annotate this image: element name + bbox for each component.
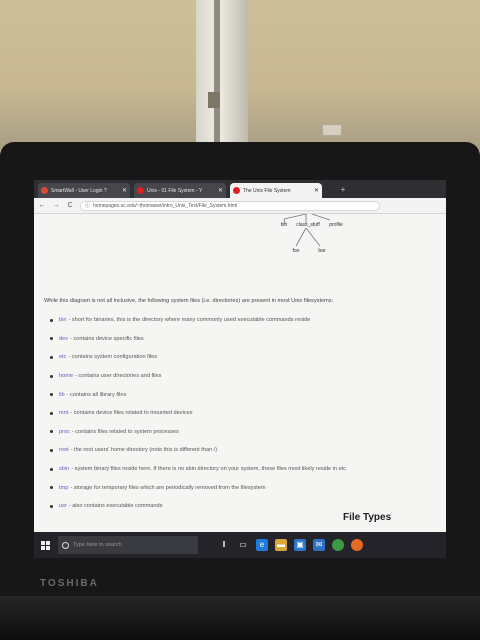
bullet-icon (50, 504, 53, 508)
intro-paragraph: While this diagram is not all inclusive,… (44, 298, 334, 304)
laptop-brand: TOSHIBA (40, 578, 99, 589)
firefox-icon[interactable] (351, 539, 363, 551)
tab-unix-file-system-video[interactable]: Unix - 01 File System - Y ✕ (134, 183, 226, 198)
tab-favicon-icon (41, 187, 48, 194)
door-gap (214, 0, 220, 150)
web-page: bin class_stuff profile foo bar While th… (34, 214, 446, 532)
list-item: home - contains user directories and fil… (50, 367, 346, 386)
directory-description: - contains files related to system proce… (71, 428, 179, 435)
bullet-icon (50, 448, 53, 452)
tab-title: The Unix File System (243, 187, 291, 194)
close-tab-icon[interactable]: ✕ (218, 187, 223, 194)
close-tab-icon[interactable]: ✕ (314, 187, 319, 194)
laptop-screen: SmartWall - User Login ? ✕ Unix - 01 Fil… (34, 180, 446, 558)
directory-description: - contains device files related to mount… (70, 410, 193, 417)
start-button[interactable] (34, 532, 56, 558)
section-heading-file-types: File Types (343, 512, 392, 523)
list-item: usr - also contains executable commands (50, 497, 346, 516)
system-directories-list: bin - short for binaries, this is the di… (50, 311, 346, 516)
bullet-icon (50, 318, 53, 322)
reload-button[interactable]: C (66, 202, 74, 209)
mic-icon[interactable]: ǁ (218, 539, 230, 551)
directory-description: - contains device specific files (70, 335, 144, 342)
directory-link[interactable]: bin (59, 317, 66, 323)
directory-description: - also contains executable commands (68, 503, 163, 510)
list-item: proc - contains files related to system … (50, 423, 346, 442)
new-tab-button[interactable]: + (337, 185, 349, 195)
directory-description: - the root users' home directory (note t… (70, 447, 218, 454)
directory-link[interactable]: etc (59, 354, 66, 360)
list-item: lib - contains all library files (50, 385, 346, 404)
directory-link[interactable]: lib (59, 392, 65, 398)
directory-description: - short for binaries, this is the direct… (68, 317, 311, 324)
door-frame (196, 0, 248, 150)
page-info-icon[interactable]: ⓘ (85, 201, 90, 211)
chrome-icon[interactable] (332, 539, 344, 551)
browser-toolbar: ← → C ⓘ homepages.uc.edu/~thomaswr/intro… (34, 198, 446, 214)
directory-description: - contains system configuration files (68, 354, 158, 361)
bullet-icon (50, 486, 53, 490)
tab-title: Unix - 01 File System - Y (147, 187, 203, 194)
list-item: tmp - storage for temporary files which … (50, 478, 346, 497)
list-item: sbin - system binary files reside here. … (50, 460, 346, 479)
laptop-base (0, 596, 480, 640)
windows-logo-icon (40, 540, 50, 550)
directory-description: - storage for temporary files which are … (70, 484, 266, 491)
address-bar[interactable]: ⓘ homepages.uc.edu/~thomaswr/intro_Unix_… (80, 200, 380, 211)
bullet-icon (50, 411, 53, 415)
edge-icon[interactable]: e (256, 539, 268, 551)
bullet-icon (50, 355, 53, 359)
task-view-icon[interactable]: ▭ (237, 539, 249, 551)
taskbar-search-box[interactable]: Type here to search (58, 536, 198, 554)
list-item: root - the root users' home directory (n… (50, 441, 346, 460)
door-hinge (208, 92, 220, 108)
bullet-icon (50, 337, 53, 341)
taskbar-pinned-apps: ǁ ▭ e ▬ ▣ ✉ (218, 539, 363, 551)
cortana-icon (62, 541, 69, 549)
youtube-icon (137, 187, 144, 194)
mail-icon[interactable]: ✉ (313, 539, 325, 551)
directory-link[interactable]: dev (59, 336, 68, 342)
bullet-icon (50, 393, 53, 397)
tab-smartwall[interactable]: SmartWall - User Login ? ✕ (38, 183, 130, 198)
directory-link[interactable]: proc (59, 429, 70, 435)
bullet-icon (50, 467, 53, 471)
list-item: etc - contains system configuration file… (50, 348, 346, 367)
tree-diagram-svg: bin class_stuff profile foo bar (281, 214, 343, 254)
windows-taskbar: Type here to search ǁ ▭ e ▬ ▣ ✉ (34, 532, 446, 558)
directory-description: - contains all library files (66, 391, 127, 398)
address-bar-url: homepages.uc.edu/~thomaswr/intro_Unix_Te… (93, 202, 238, 209)
bullet-icon (50, 374, 53, 378)
file-explorer-icon[interactable]: ▬ (275, 539, 287, 551)
directory-description: - system binary files reside here. If th… (71, 466, 347, 473)
tab-unix-file-system[interactable]: The Unix File System ✕ (230, 183, 322, 198)
directory-link[interactable]: tmp (59, 485, 68, 491)
directory-link[interactable]: home (59, 373, 73, 379)
tree-node-bin: bin (281, 222, 288, 228)
directory-link[interactable]: mnt (59, 410, 68, 416)
tree-node-foo: foo (293, 248, 300, 254)
directory-description: - contains user directories and files (75, 373, 162, 380)
directory-link[interactable]: root (59, 447, 69, 453)
tree-node-bar: bar (318, 248, 326, 254)
browser-tab-bar: SmartWall - User Login ? ✕ Unix - 01 Fil… (34, 180, 446, 198)
list-item: mnt - contains device files related to m… (50, 404, 346, 423)
wall-socket (322, 124, 342, 136)
tree-node-class-stuff: class_stuff (296, 222, 320, 228)
tab-favicon-icon (233, 187, 240, 194)
tab-title: SmartWall - User Login ? (51, 187, 107, 194)
list-item: bin - short for binaries, this is the di… (50, 311, 346, 330)
forward-button[interactable]: → (52, 202, 60, 209)
back-button[interactable]: ← (38, 202, 46, 209)
directory-link[interactable]: usr (59, 503, 67, 509)
list-item: dev - contains device specific files (50, 330, 346, 349)
store-icon[interactable]: ▣ (294, 539, 306, 551)
directory-link[interactable]: sbin (59, 466, 69, 472)
close-tab-icon[interactable]: ✕ (122, 187, 127, 194)
tree-node-profile: profile (329, 222, 343, 228)
bullet-icon (50, 430, 53, 434)
taskbar-search-placeholder: Type here to search (73, 542, 122, 548)
